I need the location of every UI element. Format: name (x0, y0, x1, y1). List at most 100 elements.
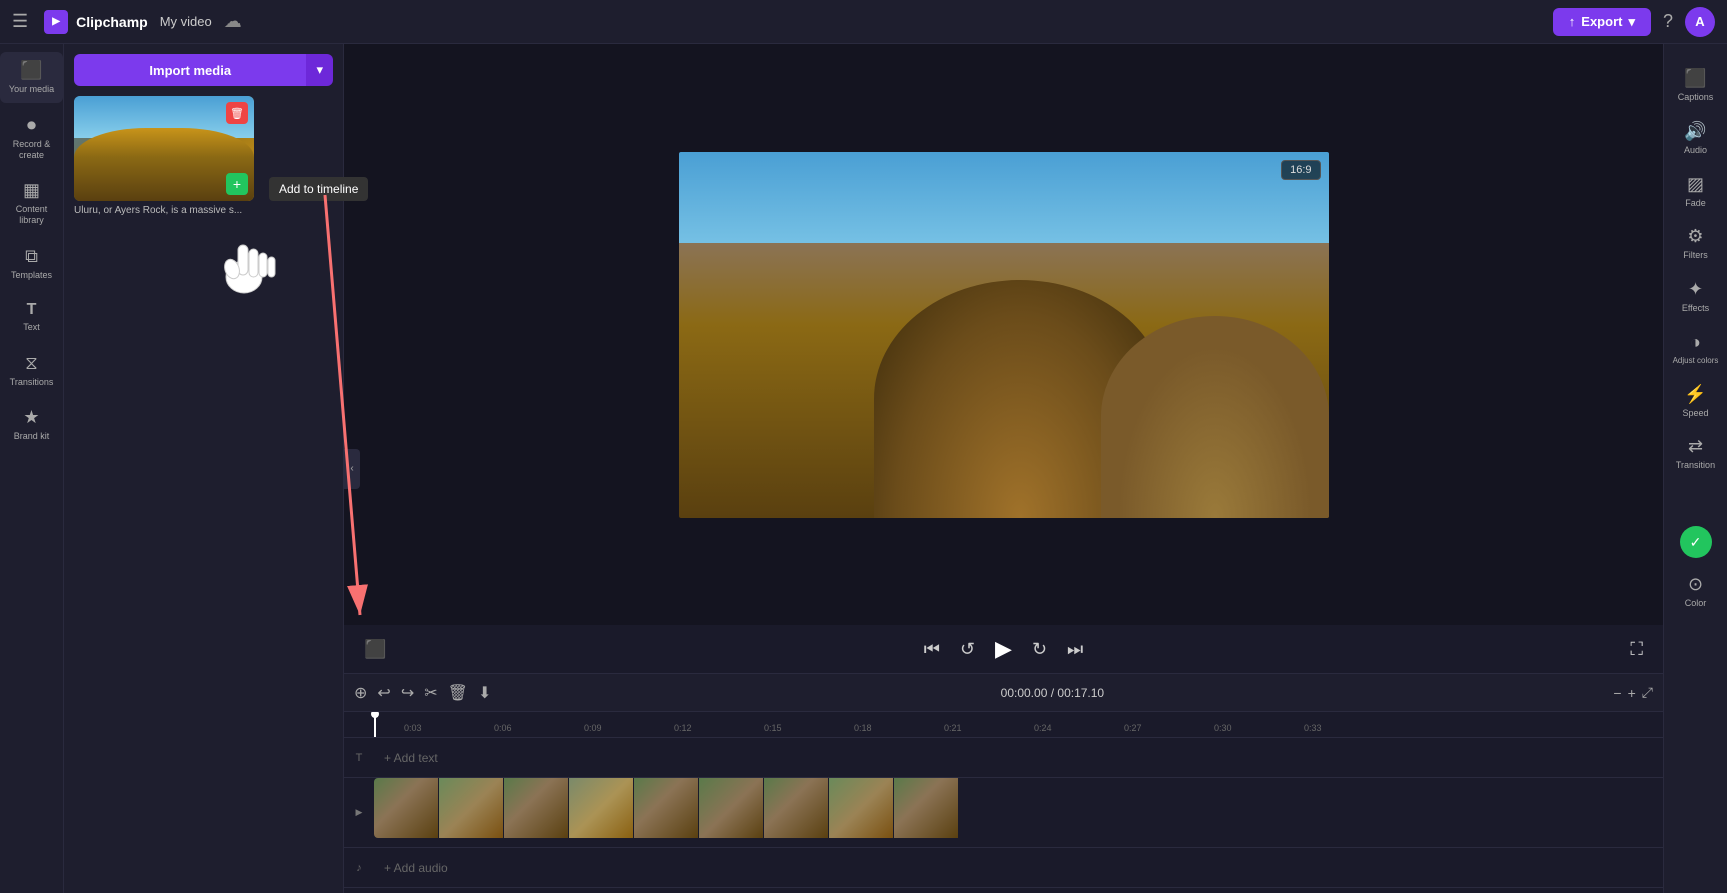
brand-kit-label: Brand kit (14, 431, 50, 442)
content-library-label: Content library (4, 204, 59, 226)
menu-button[interactable]: ☰ (12, 11, 28, 32)
import-arrow-button[interactable]: ▾ (306, 54, 333, 86)
templates-label: Templates (11, 270, 52, 281)
aspect-ratio-badge[interactable]: 16:9 (1281, 160, 1320, 180)
ruler-mark-6: 0:18 (854, 723, 944, 733)
right-sidebar-item-color[interactable]: ⊙ Color (1664, 566, 1727, 617)
skip-to-start-button[interactable]: ⏮ (924, 639, 940, 660)
text-track-row: T + Add text (344, 738, 1663, 778)
export-icon: ↑ (1569, 14, 1576, 29)
audio-track-content: + Add audio (374, 848, 1663, 887)
ruler-mark-1: 0:03 (404, 723, 494, 733)
effects-label: Effects (1682, 303, 1709, 314)
speed-label: Speed (1682, 408, 1708, 419)
zoom-out-button[interactable]: − (1613, 685, 1621, 701)
help-button[interactable]: ? (1663, 11, 1673, 32)
filters-icon: ⚙ (1687, 226, 1703, 247)
rewind-5-button[interactable]: ↺ (960, 639, 975, 660)
sidebar-item-text[interactable]: T Text (0, 293, 63, 341)
content-library-icon: ▦ (23, 180, 40, 201)
export-button[interactable]: ↑ Export ▾ (1553, 8, 1651, 36)
logo-icon: ▶ (44, 10, 68, 34)
video-frame-6 (699, 778, 763, 838)
transition-icon: ⇄ (1688, 436, 1703, 457)
effects-icon: ✦ (1688, 279, 1703, 300)
delete-clip-button[interactable]: 🗑 (448, 683, 468, 703)
media-thumbnail[interactable]: 🗑 + Add to timeline (74, 96, 254, 201)
video-track-content[interactable] (374, 778, 1663, 847)
undo-button[interactable]: ↩ (377, 683, 390, 703)
main-area: ⬛ Your media ⏺ Record & create ▦ Content… (0, 44, 1727, 893)
adjust-label: Adjust colors (1673, 356, 1719, 366)
fade-label: Fade (1685, 198, 1706, 209)
sidebar-item-transitions[interactable]: ⧖ Transitions (0, 345, 63, 396)
ruler-mark-4: 0:12 (674, 723, 764, 733)
record-icon: ⏺ (27, 115, 36, 136)
left-sidebar: ⬛ Your media ⏺ Record & create ▦ Content… (0, 44, 64, 893)
cloud-icon[interactable]: ☁ (224, 11, 242, 32)
right-sidebar-item-filters[interactable]: ⚙ Filters (1669, 218, 1723, 269)
ruler-mark-3: 0:09 (584, 723, 674, 733)
magnet-button[interactable]: ⊕ (354, 683, 367, 703)
right-sidebar-item-adjust[interactable]: ◑ Adjust colors (1669, 324, 1723, 374)
total-time: 00:17.10 (1057, 686, 1104, 700)
video-track-icon: ▶ (344, 807, 374, 818)
video-preview-wrapper: 16:9 (679, 152, 1329, 518)
ruler-mark-7: 0:21 (944, 723, 1034, 733)
right-sidebar-item-captions[interactable]: ⬛ Captions (1669, 60, 1723, 111)
sidebar-item-content-library[interactable]: ▦ Content library (0, 172, 63, 234)
timeline-toolbar: ⊕ ↩ ↪ ✂ 🗑 ⬇ 00:00.00 / 00:17.10 − + ⤢ (344, 674, 1663, 712)
right-sidebar-check-button[interactable]: ✓ (1680, 526, 1712, 558)
captions-icon: ⬛ (1684, 68, 1706, 89)
right-sidebar-item-audio[interactable]: 🔊 Audio (1669, 113, 1723, 164)
redo-button[interactable]: ↪ (401, 683, 414, 703)
your-media-label: Your media (9, 84, 54, 95)
right-sidebar-item-transition[interactable]: ⇄ Transition (1669, 428, 1723, 479)
zoom-in-button[interactable]: + (1628, 685, 1636, 701)
sidebar-item-record-create[interactable]: ⏺ Record & create (0, 107, 63, 169)
fade-icon: ▨ (1687, 174, 1704, 195)
right-sidebar: ⬛ Captions 🔊 Audio ▨ Fade ⚙ Filters ✦ Ef… (1663, 44, 1727, 893)
adjust-icon: ◑ (1690, 332, 1701, 353)
color-icon: ⊙ (1688, 574, 1703, 595)
right-sidebar-item-speed[interactable]: ⚡ Speed (1669, 376, 1723, 427)
fullscreen-button[interactable]: ⛶ (1630, 639, 1643, 660)
video-frame-5 (634, 778, 698, 838)
video-frame-1 (374, 778, 438, 838)
ruler-mark-9: 0:27 (1124, 723, 1214, 733)
avatar[interactable]: A (1685, 7, 1715, 37)
sidebar-item-templates[interactable]: ⧉ Templates (0, 238, 63, 289)
skip-to-end-button[interactable]: ⏭ (1067, 639, 1083, 660)
audio-icon: 🔊 (1684, 121, 1706, 142)
cut-button[interactable]: ✂ (424, 683, 437, 703)
sidebar-item-your-media[interactable]: ⬛ Your media (0, 52, 63, 103)
save-frame-button[interactable]: ⬇ (478, 683, 491, 703)
media-add-button[interactable]: + (226, 173, 248, 195)
filters-label: Filters (1683, 250, 1708, 261)
collapse-panel-button[interactable]: ‹ (344, 449, 360, 489)
media-delete-button[interactable]: 🗑 (226, 102, 248, 124)
import-media-button[interactable]: Import media (74, 54, 306, 86)
subtitle-button[interactable]: ⬛ (364, 639, 386, 660)
text-label: Text (23, 322, 40, 333)
transition-label: Transition (1676, 460, 1715, 471)
timeline-area: ⊕ ↩ ↪ ✂ 🗑 ⬇ 00:00.00 / 00:17.10 − + ⤢ (344, 673, 1663, 893)
add-audio-button[interactable]: + Add audio (374, 848, 458, 887)
add-text-button[interactable]: + Add text (374, 738, 448, 777)
right-sidebar-item-fade[interactable]: ▨ Fade (1669, 166, 1723, 217)
timeline-playhead[interactable] (374, 712, 376, 737)
video-title[interactable]: My video (160, 14, 212, 29)
ruler-mark-5: 0:15 (764, 723, 854, 733)
zoom-controls: − + ⤢ (1613, 684, 1653, 701)
video-track (374, 778, 974, 838)
video-frame-7 (764, 778, 828, 838)
zoom-expand-button[interactable]: ⤢ (1642, 684, 1653, 701)
export-arrow: ▾ (1628, 14, 1635, 30)
sidebar-item-brand-kit[interactable]: ★ Brand kit (0, 399, 63, 450)
play-button[interactable]: ▶ (995, 636, 1012, 662)
text-track-label: T (344, 752, 374, 764)
forward-5-button[interactable]: ↻ (1032, 639, 1047, 660)
right-sidebar-item-effects[interactable]: ✦ Effects (1669, 271, 1723, 322)
playhead-dot (371, 712, 379, 718)
audio-track-label: ♪ (344, 862, 374, 874)
